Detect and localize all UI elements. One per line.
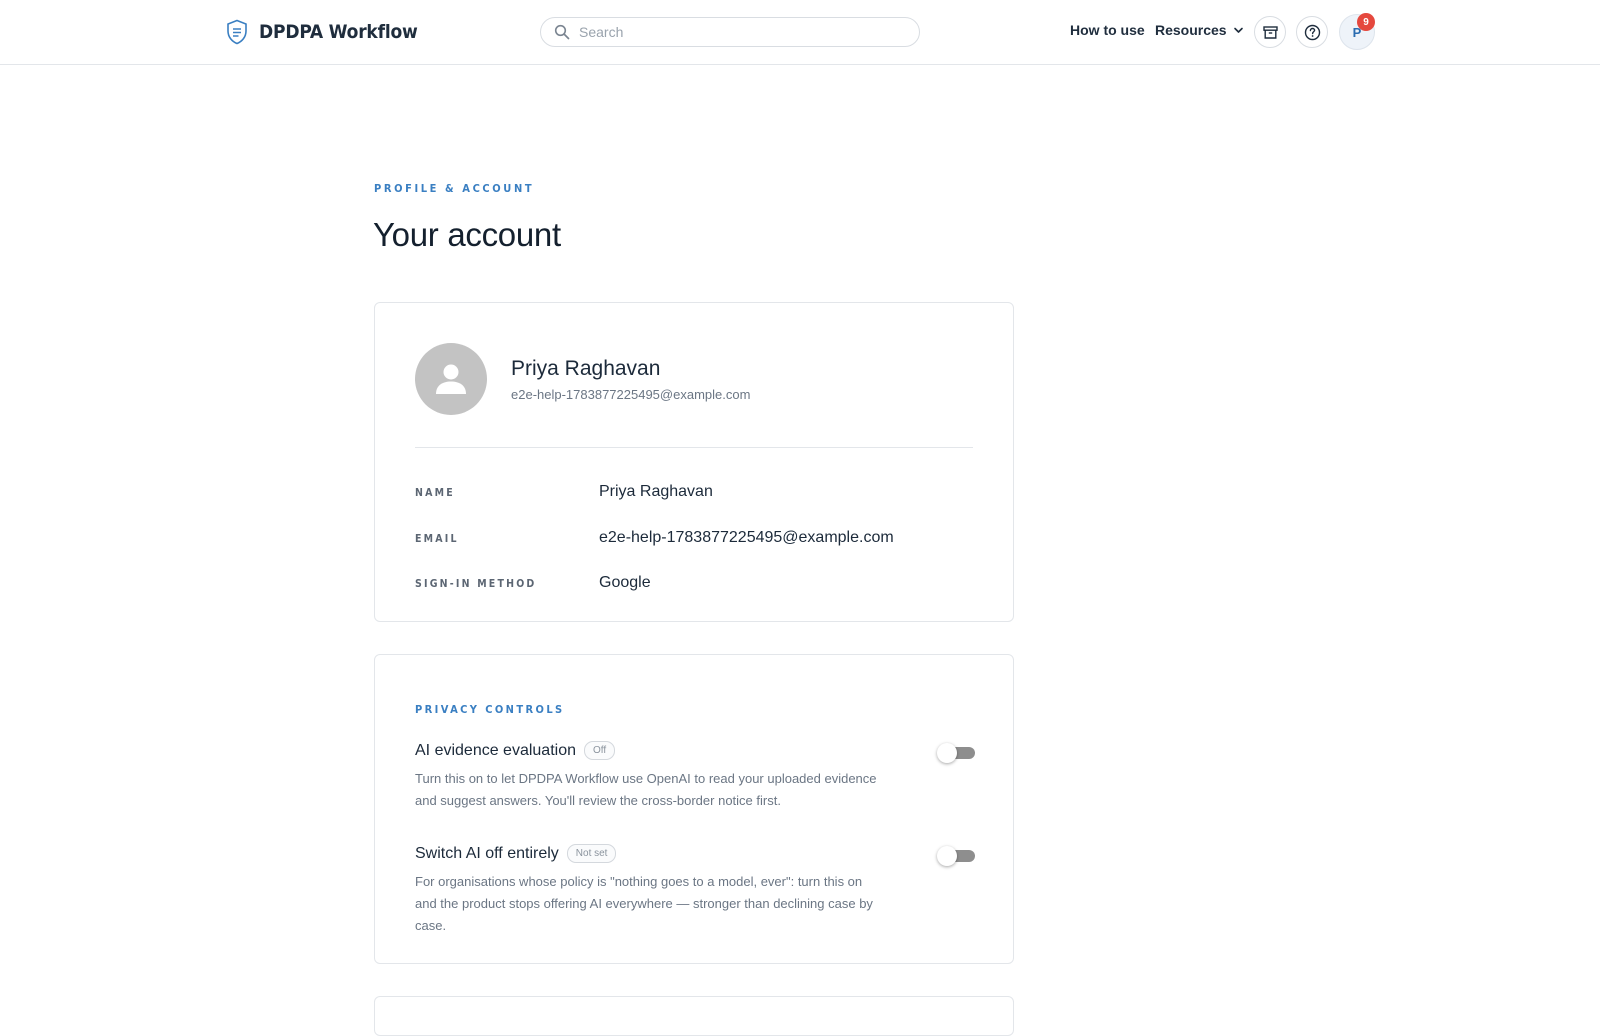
help-button[interactable] <box>1296 16 1328 48</box>
info-row-email: EMAIL e2e-help-1783877225495@example.com <box>415 529 973 553</box>
privacy-controls-heading: PRIVACY CONTROLS <box>415 703 565 716</box>
status-badge-ai-off: Not set <box>566 844 617 863</box>
setting-description-ai-evidence: Turn this on to let DPDPA Workflow use O… <box>415 771 877 808</box>
toggle-ai-evidence-evaluation[interactable] <box>937 741 975 763</box>
profile-display-name: Priya Raghavan <box>511 356 661 380</box>
info-label-email: EMAIL <box>415 533 459 545</box>
setting-switch-ai-off: Switch AI off entirely Not set For organ… <box>415 844 975 937</box>
nav-resources-dropdown[interactable]: Resources <box>1155 22 1244 38</box>
top-navigation-bar: DPDPA Workflow How to use Resources P 9 <box>0 0 1600 65</box>
archive-button[interactable] <box>1254 16 1286 48</box>
chevron-down-icon <box>1233 27 1243 33</box>
shield-document-icon <box>227 19 247 45</box>
toggle-knob <box>937 743 957 763</box>
profile-identity: Priya Raghavan e2e-help-1783877225495@ex… <box>511 357 750 402</box>
app-name: DPDPA Workflow <box>259 21 418 43</box>
profile-card: Priya Raghavan e2e-help-1783877225495@ex… <box>374 302 1014 622</box>
profile-header: Priya Raghavan e2e-help-1783877225495@ex… <box>415 343 750 415</box>
page-title: Your account <box>373 216 561 253</box>
setting-ai-evidence-evaluation: AI evidence evaluation Off Turn this on … <box>415 741 975 812</box>
divider <box>415 447 973 448</box>
toggle-switch-ai-off[interactable] <box>937 844 975 866</box>
setting-title-ai-off: Switch AI off entirely <box>415 844 559 862</box>
toggle-knob <box>937 846 957 866</box>
help-circle-icon <box>1304 24 1320 40</box>
privacy-controls-card: PRIVACY CONTROLS AI evidence evaluation … <box>374 654 1014 964</box>
next-card <box>374 996 1014 1036</box>
setting-title-row: Switch AI off entirely Not set <box>415 844 975 863</box>
info-label-signin-method: SIGN-IN METHOD <box>415 578 537 590</box>
info-value-name: Priya Raghavan <box>599 483 713 500</box>
archive-icon <box>1262 25 1278 39</box>
user-silhouette-icon <box>436 364 466 394</box>
status-badge-ai-evidence: Off <box>584 741 616 760</box>
setting-title-ai-evidence: AI evidence evaluation <box>415 741 576 759</box>
search-input[interactable] <box>579 24 899 40</box>
search-bar[interactable] <box>540 17 920 47</box>
page-eyebrow: PROFILE & ACCOUNT <box>374 182 535 195</box>
avatar <box>415 343 487 415</box>
setting-description-ai-off: For organisations whose policy is "nothi… <box>415 874 873 933</box>
nav-resources-label: Resources <box>1155 22 1227 38</box>
profile-display-email: e2e-help-1783877225495@example.com <box>511 386 751 402</box>
brand-logo-link[interactable]: DPDPA Workflow <box>226 18 418 46</box>
info-value-signin-method: Google <box>599 574 651 591</box>
nav-how-to-use[interactable]: How to use <box>1070 22 1145 38</box>
search-icon <box>554 24 570 40</box>
info-row-name: NAME Priya Raghavan <box>415 483 973 507</box>
notification-badge: 9 <box>1357 13 1375 31</box>
info-value-email: e2e-help-1783877225495@example.com <box>599 529 894 546</box>
info-label-name: NAME <box>415 487 455 499</box>
info-row-signin-method: SIGN-IN METHOD Google <box>415 574 973 598</box>
setting-title-row: AI evidence evaluation Off <box>415 741 975 760</box>
